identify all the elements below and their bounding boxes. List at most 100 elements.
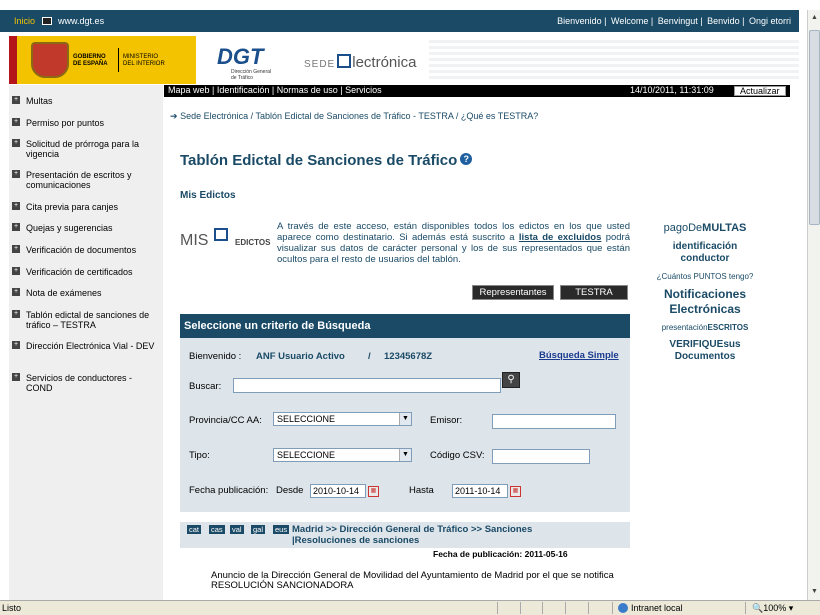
sidebar-item-label: Cita previa para canjes <box>26 202 119 212</box>
plus-icon: + <box>12 139 20 147</box>
utility-links[interactable]: Mapa web | Identificación | Normas de us… <box>168 85 382 95</box>
lang-tag-gal[interactable]: gal <box>251 525 266 534</box>
csv-input[interactable] <box>492 449 590 464</box>
divider <box>520 602 521 614</box>
result-date: Fecha de publicación: 2011-05-16 <box>433 549 568 559</box>
intro-text: A través de este acceso, están disponibl… <box>277 221 630 265</box>
welcome-label: Bienvenido : <box>189 351 242 362</box>
pago-multas-link[interactable]: pagoDeMULTAS <box>652 222 758 234</box>
lang-link[interactable]: Welcome <box>611 16 648 26</box>
desde-date-input[interactable]: 2010-10-14 <box>310 484 366 498</box>
plus-icon: + <box>12 341 20 349</box>
top-bar-left: Inicio www.dgt.es <box>14 16 104 26</box>
header-banner: GOBIERNO DE ESPAÑA MINISTERIO DEL INTERIOR… <box>9 36 799 84</box>
home-icon <box>41 17 52 25</box>
csv-label: Código CSV: <box>430 450 485 461</box>
puntos-link[interactable]: ¿Cuántos PUNTOS tengo? <box>652 272 758 281</box>
mis-edictos-logo: MIS EDICTOS <box>180 228 275 256</box>
search-icon[interactable]: ⚲ <box>502 372 520 388</box>
plus-icon: + <box>12 267 20 275</box>
hasta-label: Hasta <box>409 485 434 496</box>
divider <box>745 602 746 614</box>
divider <box>542 602 543 614</box>
divider <box>612 602 613 614</box>
zoom-level[interactable]: 🔍100% ▾ <box>752 603 793 614</box>
presentacion-escritos-link[interactable]: presentaciónESCRITOS <box>652 323 758 332</box>
chevron-down-icon: ▼ <box>399 413 411 425</box>
site-link[interactable]: www.dgt.es <box>58 16 104 26</box>
excluidos-link[interactable]: lista de excluidos <box>519 232 602 243</box>
section-subtitle: Mis Edictos <box>180 190 236 201</box>
sidebar-item-label: Dirección Electrónica Vial - DEV <box>26 341 155 351</box>
breadcrumb: ➔ Sede Electrónica / Tablón Edictal de S… <box>170 111 539 121</box>
tipo-label: Tipo: <box>189 450 210 461</box>
breadcrumb-item[interactable]: Tablón Edictal de Sanciones de Tráfico -… <box>255 111 453 121</box>
buscar-label: Buscar: <box>189 381 222 392</box>
calendar-icon[interactable]: ▦ <box>510 486 521 497</box>
divider <box>565 602 566 614</box>
vertical-scrollbar[interactable]: ▲ ▼ <box>807 10 820 600</box>
plus-icon: + <box>12 202 20 210</box>
lang-tag-cas[interactable]: cas <box>209 525 225 534</box>
hasta-date-input[interactable]: 2011-10-14 <box>452 484 508 498</box>
sede-e-icon <box>337 54 352 68</box>
gobierno-text: GOBIERNO DE ESPAÑA <box>73 54 108 67</box>
busqueda-simple-link[interactable]: Búsqueda Simple <box>539 350 619 361</box>
lang-link[interactable]: Ongi etorri <box>749 16 791 26</box>
lang-link[interactable]: Benvido <box>707 16 740 26</box>
notificaciones-link[interactable]: Notificaciones Electrónicas <box>652 287 758 317</box>
breadcrumb-item[interactable]: ¿Qué es TESTRA? <box>461 111 538 121</box>
scrollbar-thumb[interactable] <box>809 30 820 225</box>
plus-icon: + <box>12 288 20 296</box>
tipo-select[interactable]: SELECCIONE ▼ <box>273 448 412 462</box>
mis-logo-text: MIS <box>180 232 209 249</box>
user-separator: / <box>368 351 371 362</box>
globe-icon <box>618 603 628 613</box>
edictos-logo-text: EDICTOS <box>235 238 271 247</box>
result-description[interactable]: Anuncio de la Dirección General de Movil… <box>211 571 616 591</box>
divider <box>588 602 589 614</box>
result-path[interactable]: Madrid >> Dirección General de Tráfico >… <box>292 524 592 546</box>
lang-tag-cat[interactable]: cat <box>187 525 202 534</box>
plus-icon: + <box>12 310 20 318</box>
status-bar: Listo Intranet local 🔍100% ▾ <box>0 600 820 615</box>
sidebar-item-label: Multas <box>26 96 53 106</box>
lang-tag-eus[interactable]: eus <box>273 525 290 534</box>
banner-decoration <box>429 40 799 80</box>
lang-link[interactable]: Benvingut <box>658 16 698 26</box>
sidebar-item-label: Nota de exámenes <box>26 288 102 298</box>
testra-button[interactable]: TESTRA <box>560 285 628 300</box>
page-title: Tablón Edictal de Sanciones de Tráfico? <box>180 152 473 169</box>
provincia-select[interactable]: SELECCIONE ▼ <box>273 412 412 426</box>
representantes-button[interactable]: Representantes <box>472 285 554 300</box>
user-id: 12345678Z <box>384 351 433 362</box>
lang-tag-val[interactable]: val <box>230 525 244 534</box>
sidebar: + Multas + Permiso por puntos + Solicitud d… <box>9 85 163 600</box>
verifique-documentos-link[interactable]: VERIFIQUEsus Documentos <box>652 339 758 363</box>
scroll-down-icon[interactable]: ▼ <box>809 586 820 597</box>
update-button[interactable]: Actualizar <box>734 86 786 96</box>
ministerio-text: MINISTERIO DEL INTERIOR <box>123 54 165 67</box>
dgt-logo[interactable]: DGT Dirección General de Tráfico <box>207 44 287 81</box>
top-bar: Inicio www.dgt.es Bienvenido | Welcome |… <box>0 10 799 32</box>
identificacion-conductor-link[interactable]: identificación conductor <box>652 241 758 265</box>
scroll-up-icon[interactable]: ▲ <box>809 12 820 23</box>
emisor-label: Emisor: <box>430 415 463 426</box>
desde-label: Desde <box>276 485 304 496</box>
sidebar-item-label: Tablón edictal de sanciones de tráfico –… <box>26 310 150 330</box>
emisor-input[interactable] <box>492 414 616 429</box>
gobierno-logo[interactable]: GOBIERNO DE ESPAÑA MINISTERIO DEL INTERIOR <box>9 36 196 84</box>
divider <box>118 48 119 72</box>
lang-link[interactable]: Bienvenido <box>557 16 602 26</box>
help-icon[interactable]: ? <box>460 153 473 165</box>
sidebar-item-label: Verificación de certificados <box>26 267 133 277</box>
plus-icon: + <box>12 373 20 381</box>
calendar-icon[interactable]: ▦ <box>368 486 379 497</box>
buscar-input[interactable] <box>233 378 501 393</box>
page-title-text: Tablón Edictal de Sanciones de Tráfico <box>180 152 458 169</box>
inicio-link[interactable]: Inicio <box>14 16 35 26</box>
breadcrumb-item[interactable]: Sede Electrónica <box>180 111 248 121</box>
sidebar-item-label: Presentación de escritos y comunicacione… <box>26 170 132 190</box>
status-text: Listo <box>2 603 22 613</box>
provincia-label: Provincia/CC AA: <box>189 415 262 426</box>
